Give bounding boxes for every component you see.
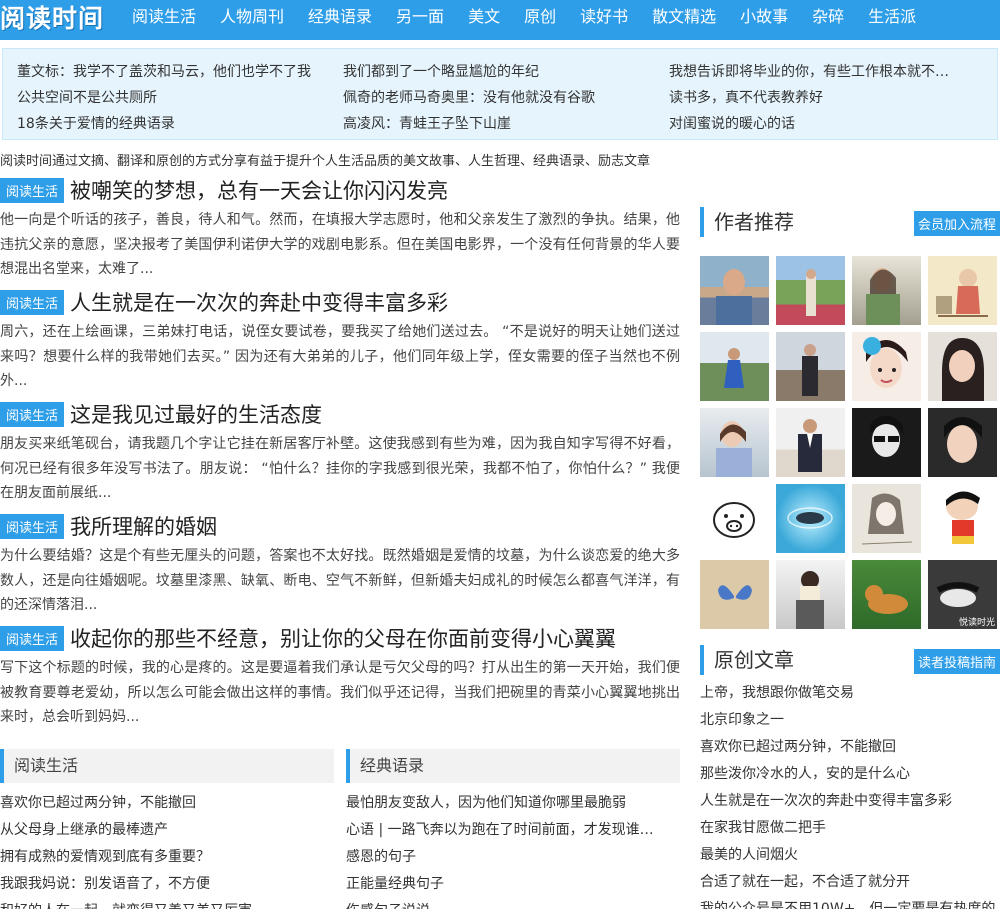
member-join-button[interactable]: 会员加入流程: [913, 211, 1000, 236]
author-avatar[interactable]: [928, 484, 997, 553]
article-category-tag[interactable]: 阅读生活: [0, 625, 65, 651]
article-card: 阅读生活 人生就是在一次次的奔赴中变得丰富多彩 周六，还在上绘画课，三弟妹打电话…: [0, 286, 680, 393]
section-accent-bar: [700, 645, 704, 675]
list-item[interactable]: 北京印象之一: [700, 707, 1000, 734]
author-avatar[interactable]: [776, 484, 845, 553]
article-excerpt: 他一向是个听话的孩子，善良，待人和气。然而，在填报大学志愿时，他和父亲发生了激烈…: [0, 212, 680, 277]
author-avatar[interactable]: [700, 256, 769, 325]
list-item[interactable]: 拥有成熟的爱情观到底有多重要？: [0, 844, 334, 871]
nav-item-sanwen[interactable]: 散文精选: [640, 0, 728, 40]
headline-link[interactable]: 董文标：我学不了盖茨和马云，他们也学不了我: [17, 61, 335, 81]
list-item[interactable]: 喜欢你已超过两分钟，不能撤回: [700, 734, 1000, 761]
article-title[interactable]: 收起你的那些不经意，别让你的父母在你面前变得小心翼翼: [70, 623, 616, 653]
list-item[interactable]: 喜欢你已超过两分钟，不能撤回: [0, 790, 334, 817]
article-card: 阅读生活 收起你的那些不经意，别让你的父母在你面前变得小心翼翼 写下这个标题的时…: [0, 622, 680, 729]
list-item[interactable]: 正能量经典句子: [346, 871, 680, 898]
author-avatar[interactable]: 悦读时光: [928, 560, 997, 629]
author-avatar[interactable]: [700, 408, 769, 477]
author-avatar[interactable]: [852, 560, 921, 629]
list-item[interactable]: 我的公众号是不用10W+，但一定要是有热度的: [700, 896, 1000, 909]
article-card: 阅读生活 被嘲笑的梦想，总有一天会让你闪闪发亮 他一向是个听话的孩子，善良，待人…: [0, 174, 680, 281]
headline-link[interactable]: 高凌风：青蛙王子坠下山崖: [343, 113, 661, 133]
article-card: 阅读生活 这是我见过最好的生活态度 朋友买来纸笔砚台，请我题几个字让它挂在新居客…: [0, 398, 680, 505]
nav-item-yuanchuang[interactable]: 原创: [512, 0, 568, 40]
list-item[interactable]: 和好的人在一起，就变得又善又美又厉害: [0, 898, 334, 909]
top-nav: 阅读时间 阅读生活 人物周刊 经典语录 另一面 美文 原创 读好书 散文精选 小…: [0, 0, 1000, 40]
list-item[interactable]: 我跟我妈说：别发语音了，不方便: [0, 871, 334, 898]
article-title[interactable]: 这是我见过最好的生活态度: [70, 399, 322, 429]
author-avatar[interactable]: [700, 560, 769, 629]
article-excerpt: 写下这个标题的时候，我的心是疼的。这是要逼着我们承认是亏欠父母的吗？打从出生的第…: [0, 660, 680, 725]
list-item[interactable]: 感恩的句子: [346, 844, 680, 871]
nav-item-lingyimian[interactable]: 另一面: [384, 0, 456, 40]
nav-item-zasui[interactable]: 杂碎: [800, 0, 856, 40]
article-category-tag[interactable]: 阅读生活: [0, 177, 65, 203]
headline-box: 董文标：我学不了盖茨和马云，他们也学不了我 我们都到了一个略显尴尬的年纪 我想告…: [2, 48, 998, 140]
author-avatar[interactable]: [852, 484, 921, 553]
nav-item-meiwen[interactable]: 美文: [456, 0, 512, 40]
author-avatar[interactable]: [776, 332, 845, 401]
list-item[interactable]: 人生就是在一次次的奔赴中变得丰富多彩: [700, 788, 1000, 815]
list-item[interactable]: 上帝，我想跟你做笔交易: [700, 680, 1000, 707]
list-item[interactable]: 最美的人间烟火: [700, 842, 1000, 869]
author-avatar[interactable]: [700, 484, 769, 553]
article-title[interactable]: 被嘲笑的梦想，总有一天会让你闪闪发亮: [70, 175, 448, 205]
headline-link[interactable]: 佩奇的老师马奇奥里：没有他就没有谷歌: [343, 87, 661, 107]
author-avatar[interactable]: [776, 256, 845, 325]
original-articles-list: 上帝，我想跟你做笔交易 北京印象之一 喜欢你已超过两分钟，不能撤回 那些泼你冷水…: [700, 680, 1000, 909]
nav-item-jingdian[interactable]: 经典语录: [296, 0, 384, 40]
list-item[interactable]: 心语 | 一路飞奔以为跑在了时间前面，才发现谁…: [346, 817, 680, 844]
article-title[interactable]: 我所理解的婚姻: [70, 511, 217, 541]
list-item[interactable]: 最怕朋友变敌人，因为他们知道你哪里最脆弱: [346, 790, 680, 817]
author-avatar[interactable]: [852, 332, 921, 401]
nav-item-shenghuopai[interactable]: 生活派: [856, 0, 928, 40]
article-category-tag[interactable]: 阅读生活: [0, 401, 65, 427]
section-header-jingdian[interactable]: 经典语录: [346, 749, 680, 783]
nav-item-duhaoshu[interactable]: 读好书: [568, 0, 640, 40]
list-item[interactable]: 在家我甘愿做二把手: [700, 815, 1000, 842]
original-header: 原创文章 读者投稿指南: [700, 645, 1000, 675]
avatar-watermark: 悦读时光: [958, 618, 995, 628]
nav-menu: 阅读生活 人物周刊 经典语录 另一面 美文 原创 读好书 散文精选 小故事 杂碎…: [120, 0, 928, 40]
article-title[interactable]: 人生就是在一次次的奔赴中变得丰富多彩: [70, 287, 448, 317]
submission-guide-button[interactable]: 读者投稿指南: [913, 649, 1000, 674]
nav-item-renwu[interactable]: 人物周刊: [208, 0, 296, 40]
headline-link[interactable]: 公共空间不是公共厕所: [17, 87, 335, 107]
authors-title: 作者推荐: [714, 210, 794, 234]
article-excerpt: 周六，还在上绘画课，三弟妹打电话，说侄女要试卷，要我买了给她们送过去。 “不是说…: [0, 324, 680, 389]
author-avatar[interactable]: [928, 408, 997, 477]
article-category-tag[interactable]: 阅读生活: [0, 289, 65, 315]
author-avatar[interactable]: [928, 332, 997, 401]
authors-header: 作者推荐 会员加入流程: [700, 207, 1000, 237]
author-avatar[interactable]: [776, 560, 845, 629]
headline-link[interactable]: 读书多，真不代表教养好: [669, 87, 987, 107]
section-accent-bar: [700, 207, 704, 237]
author-avatar[interactable]: [776, 408, 845, 477]
article-excerpt: 朋友买来纸笔砚台，请我题几个字让它挂在新居客厅补壁。这使我感到有些为难，因为我自…: [0, 436, 680, 501]
headline-link[interactable]: 我们都到了一个略显尴尬的年纪: [343, 61, 661, 81]
section-list-yuedu: 喜欢你已超过两分钟，不能撤回 从父母身上继承的最棒遗产 拥有成熟的爱情观到底有多…: [0, 790, 334, 909]
list-item[interactable]: 伤感句子说说: [346, 898, 680, 909]
author-avatar[interactable]: [928, 256, 997, 325]
original-title: 原创文章: [714, 648, 794, 672]
nav-item-xiaogushi[interactable]: 小故事: [728, 0, 800, 40]
headline-link[interactable]: 对闺蜜说的暖心的话: [669, 113, 987, 133]
article-card: 阅读生活 我所理解的婚姻 为什么要结婚？这是个有些无厘头的问题，答案也不太好找。…: [0, 510, 680, 617]
site-description: 阅读时间通过文摘、翻译和原创的方式分享有益于提升个人生活品质的美文故事、人生哲理…: [0, 154, 651, 169]
section-header-yuedu[interactable]: 阅读生活: [0, 749, 334, 783]
list-item[interactable]: 那些泼你冷水的人，安的是什么心: [700, 761, 1000, 788]
section-list-jingdian: 最怕朋友变敌人，因为他们知道你哪里最脆弱 心语 | 一路飞奔以为跑在了时间前面，…: [346, 790, 680, 909]
list-item[interactable]: 合适了就在一起，不合适了就分开: [700, 869, 1000, 896]
headline-link[interactable]: 18条关于爱情的经典语录: [17, 113, 335, 133]
list-item[interactable]: 从父母身上继承的最棒遗产: [0, 817, 334, 844]
author-avatar[interactable]: [852, 256, 921, 325]
author-avatar[interactable]: [852, 408, 921, 477]
site-logo[interactable]: 阅读时间: [0, 0, 104, 40]
author-avatar[interactable]: [700, 332, 769, 401]
article-excerpt: 为什么要结婚？这是个有些无厘头的问题，答案也不太好找。既然婚姻是爱情的坟墓，为什…: [0, 548, 680, 613]
headline-link[interactable]: 我想告诉即将毕业的你，有些工作根本就不…: [669, 61, 987, 81]
nav-item-yuedu[interactable]: 阅读生活: [120, 0, 208, 40]
article-category-tag[interactable]: 阅读生活: [0, 513, 65, 539]
